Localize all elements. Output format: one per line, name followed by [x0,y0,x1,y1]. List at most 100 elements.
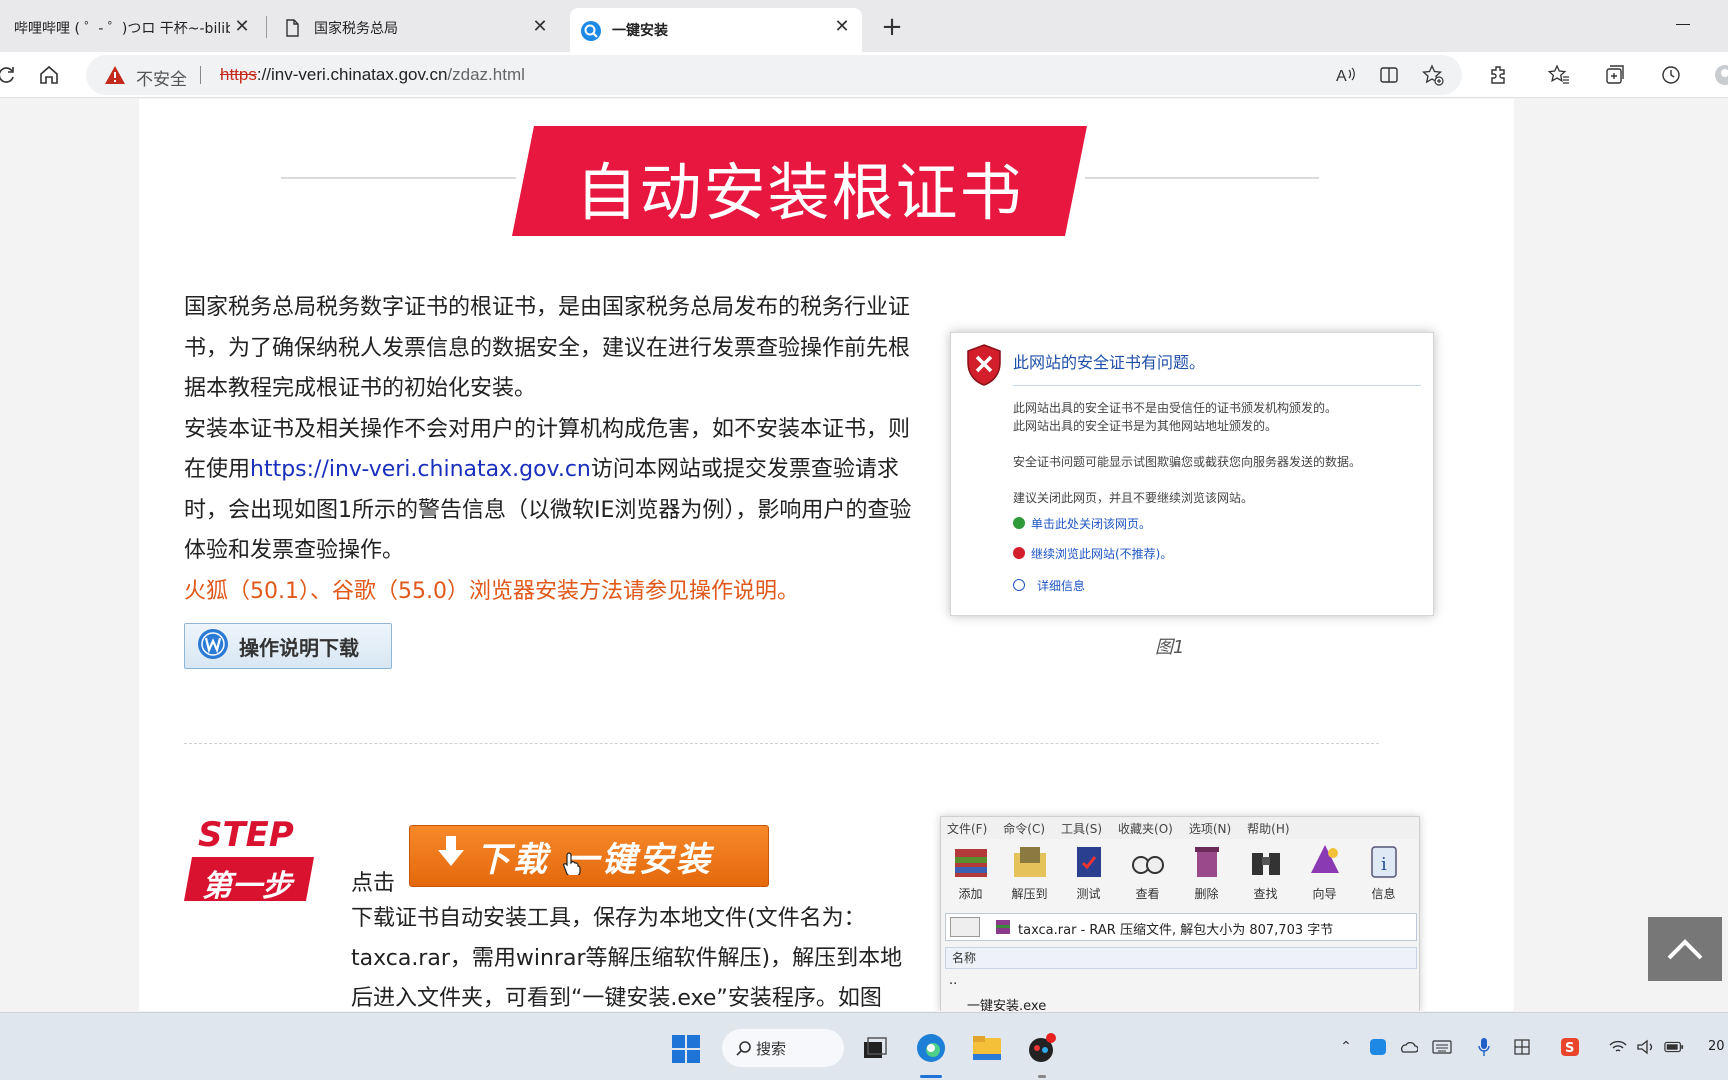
winrar-tool-info: i 信息 [1354,841,1413,905]
ime-icon[interactable] [1512,1037,1532,1057]
close-icon[interactable]: ✕ [232,17,252,37]
page-content: 自动安装根证书 国家税务总局税务数字证书的根证书，是由国家税务总局发布的税务行业… [139,99,1514,1011]
battery-icon[interactable] [1664,1037,1684,1057]
refresh-icon[interactable] [0,62,20,88]
winrar-menu-item: 命令(C) [1003,821,1046,836]
page-viewport: 自动安装根证书 国家税务总局税务数字证书的根证书，是由国家税务总局发布的税务行业… [0,99,1728,1011]
svg-text:S: S [1565,1041,1574,1056]
chevron-down-icon [1013,579,1025,591]
wifi-icon[interactable] [1608,1037,1628,1057]
app-icon[interactable] [1022,1029,1060,1067]
winrar-tool-label: 解压到 [1011,887,1048,901]
download-install-label: 下载 一键安装 [476,839,713,880]
figure-1-certificate-warning: 此网站的安全证书有问题。 此网站出具的安全证书不是由受信任的证书颁发机构颁发的。… [950,332,1434,616]
banner-rule-left [281,177,516,179]
active-app-indicator [920,1075,942,1078]
site-search-icon [580,20,601,41]
windows-start-icon[interactable] [672,1035,700,1067]
figure-1-rule [1013,385,1421,386]
info-icon: i [1370,846,1397,878]
section-divider [184,743,1379,744]
step-1-text: 下载证书自动安装工具，保存为本地文件(文件名为：taxca.rar，需用winr… [351,906,903,1011]
document-icon [282,18,302,38]
winrar-menu-item: 收藏夹(O) [1118,821,1173,836]
close-icon[interactable]: ✕ [832,17,852,37]
url-host: ://inv-veri.chinatax.gov.cn [256,65,448,84]
intro-paragraph-1: 国家税务总局税务数字证书的根证书，是由国家税务总局发布的税务行业证书，为了确保纳… [184,295,911,401]
add-favorite-icon[interactable] [1420,62,1446,88]
view-glasses-icon [1131,856,1164,874]
security-label[interactable]: 不安全 [136,65,187,90]
site-link[interactable]: https://inv-veri.chinatax.gov.cn [250,457,591,482]
winrar-tool-label: 查看 [1135,887,1160,901]
sogou-icon[interactable]: S [1560,1037,1580,1057]
winrar-tool-label: 向导 [1312,887,1337,901]
extensions-icon[interactable] [1486,62,1512,88]
tab-chinatax[interactable]: 国家税务总局 ✕ [270,8,560,48]
tab-bilibili[interactable]: 哔哩哔哩 ( ゜- ゜)つロ 干杯~-bilibili ✕ [0,8,262,48]
winrar-row-parent: .. [949,973,958,988]
edge-browser-icon[interactable] [912,1029,950,1067]
url-text[interactable]: https://inv-veri.chinatax.gov.cn/zdaz.ht… [220,65,525,85]
volume-icon[interactable] [1636,1037,1656,1057]
figure-1-title: 此网站的安全证书有问题。 [1013,353,1206,372]
winrar-toolbar: 添加 解压到 测试 查看 删除 查找 向导 i 信息 [941,841,1419,905]
url-scheme: https [220,65,257,84]
read-aloud-icon[interactable]: A [1332,62,1358,88]
collections-icon[interactable] [1602,62,1628,88]
winrar-menu-item: 帮助(H) [1247,821,1290,836]
tray-app-icon[interactable] [1368,1037,1388,1057]
step-1-logo: STEP 1 第一步 [184,815,324,905]
close-icon[interactable]: ✕ [530,17,550,37]
tab-strip: 哔哩哔哩 ( ゜- ゜)つロ 干杯~-bilibili ✕ 国家税务总局 ✕ 一… [0,0,1728,52]
winrar-tool-extract: 解压到 [1000,841,1059,905]
onedrive-icon[interactable] [1398,1037,1418,1057]
winrar-row-exe: 一键安装.exe [967,999,1047,1011]
winrar-menu: 文件(F) 命令(C) 工具(S) 收藏夹(O) 选项(N) 帮助(H) [941,817,1419,839]
x-icon [1013,547,1025,559]
intro-paragraph-2: 安装本证书及相关操作不会对用户的计算机构成危害，如不安装本证书，则在使用http… [184,410,929,572]
new-tab-button[interactable]: + [878,14,906,42]
warning-icon[interactable] [104,65,126,89]
download-arrow-icon [438,835,464,877]
winrar-menu-item: 文件(F) [947,821,988,836]
open-app-indicator [1038,1075,1046,1078]
chevron-up-icon[interactable]: ⌃ [1336,1037,1356,1057]
figure-1-line: 安全证书问题可能显示试图欺骗您或截获您向服务器发送的数据。 [1013,455,1362,469]
task-view-icon[interactable] [856,1029,894,1067]
word-document-icon [197,628,229,665]
banner-title: 自动安装根证书 [575,156,1024,229]
wizard-icon [1310,845,1339,873]
winrar-menu-item: 工具(S) [1061,821,1103,836]
scroll-to-top-button[interactable] [1648,917,1722,981]
manual-download-label: 操作说明下载 [239,635,359,660]
banner-rule-right [1085,177,1319,179]
keyboard-icon[interactable] [1432,1037,1452,1057]
address-bar[interactable]: 不安全 https://inv-veri.chinatax.gov.cn/zda… [86,55,1462,95]
winrar-tool-label: 测试 [1076,887,1101,901]
taskbar-clock[interactable]: 20 [1708,1039,1725,1054]
figure-1-details-link: 详细信息 [1037,579,1086,593]
winrar-tool-label: 删除 [1194,887,1219,901]
profile-icon[interactable] [1712,62,1728,88]
home-icon[interactable] [36,62,62,88]
hand-cursor-icon [563,851,583,879]
history-icon[interactable] [1658,62,1684,88]
url-path: /zdaz.html [447,65,525,84]
tab-title: 哔哩哔哩 ( ゜- ゜)つロ 干杯~-bilibili [14,21,230,37]
file-explorer-icon[interactable] [968,1029,1006,1067]
manual-download-button[interactable]: 操作说明下载 [184,623,392,669]
tab-active-install[interactable]: 一键安装 ✕ [570,8,862,52]
microphone-icon[interactable] [1474,1037,1494,1057]
figure-1-close-link: 单击此处关闭该网页。 [1031,517,1152,531]
winrar-tool-view: 查看 [1118,841,1177,905]
browser-note: 火狐（50.1）、谷歌（55.0）浏览器安装方法请参见操作说明。 [184,578,799,604]
tab-title: 国家税务总局 [314,21,398,37]
winrar-tool-test: 测试 [1059,841,1118,905]
download-install-button[interactable]: 下载 一键安装 [409,825,769,887]
taskbar-search[interactable]: 搜索 [722,1029,844,1067]
minimize-button[interactable] [1672,14,1696,38]
favorites-icon[interactable] [1546,62,1572,88]
up-folder-icon [950,917,980,937]
split-screen-icon[interactable] [1376,62,1402,88]
